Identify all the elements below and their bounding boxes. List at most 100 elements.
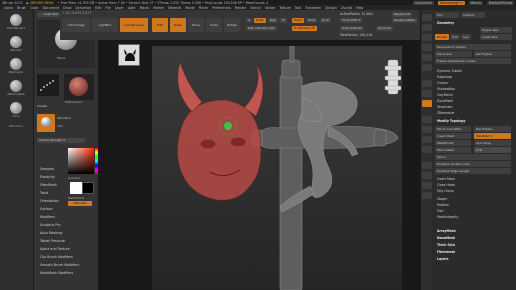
insert-mesh-button[interactable]: Insert Mesh xyxy=(435,133,471,139)
transp-icon[interactable] xyxy=(422,172,432,179)
live-boolean-button[interactable]: Live Boolean xyxy=(120,18,148,32)
brush-item-twist[interactable]: Twist xyxy=(37,189,65,197)
menu-texture[interactable]: Texture xyxy=(279,6,291,10)
mesh-integrity-item[interactable]: MeshIntegrity xyxy=(435,214,511,220)
color-picker[interactable] xyxy=(68,148,94,174)
navigator-thumbnail[interactable] xyxy=(118,44,140,66)
menu-light[interactable]: Light xyxy=(128,6,136,10)
geometry-section[interactable]: Geometry xyxy=(435,20,511,26)
move-view-icon[interactable] xyxy=(422,126,432,133)
tool-tab[interactable]: Tool xyxy=(435,12,459,18)
gravity-strength-slider[interactable]: Gravity Strength 0 xyxy=(37,138,85,143)
menu-tool[interactable]: Tool xyxy=(295,6,301,10)
polyf-icon[interactable] xyxy=(422,162,432,169)
secondary-color-swatch[interactable] xyxy=(82,182,94,194)
create-item[interactable]: Create xyxy=(37,104,47,108)
draw-button[interactable]: Draw xyxy=(170,18,186,32)
brush-item-alpha-texture[interactable]: Alpha and Texture xyxy=(37,245,97,253)
menu-file[interactable]: File xyxy=(105,6,110,10)
zoom-icon[interactable] xyxy=(422,44,432,51)
subtool-tab[interactable]: Subtool xyxy=(461,12,485,18)
suv-button[interactable]: Suv xyxy=(461,34,471,40)
solo-icon[interactable] xyxy=(422,182,432,189)
scale-button[interactable]: Scale xyxy=(206,18,222,32)
menu-draw[interactable]: Draw xyxy=(63,6,71,10)
draw-size-slider[interactable]: Draw Size 64 xyxy=(340,26,364,31)
brush-item-orientation[interactable]: Orientation xyxy=(37,197,65,205)
viewport-canvas[interactable] xyxy=(98,40,420,290)
freeze-subdiv-button[interactable]: Freeze SubDivision Levels xyxy=(435,58,511,64)
menu-dynamics[interactable]: Dynamics xyxy=(75,6,91,10)
menu-color[interactable]: Color xyxy=(30,6,38,10)
menu-edit[interactable]: Edit xyxy=(95,6,101,10)
fibermesh-section[interactable]: Fibermesh xyxy=(435,249,511,255)
equalize-surface-button[interactable]: Equalize Surface Area xyxy=(435,161,511,167)
primary-color-swatch[interactable] xyxy=(70,182,82,194)
lightbox-button[interactable]: LightBox xyxy=(92,18,118,32)
brush-item-smooth-modifiers[interactable]: Smooth Brush Modifiers xyxy=(37,261,97,269)
thick-skin-section[interactable]: Thick Skin xyxy=(435,242,511,248)
brush-item-sculptris-pro[interactable]: Sculptris Pro xyxy=(37,221,97,229)
menu-movie[interactable]: Movie xyxy=(185,6,194,10)
modify-topology-section[interactable]: Modify Topology xyxy=(435,118,511,124)
reconstruct-subdiv-button[interactable]: Reconstruct Subdiv xyxy=(435,44,511,50)
brush-item-elasticity[interactable]: Elasticity xyxy=(37,173,65,181)
menu-marker[interactable]: Marker xyxy=(153,6,164,10)
brush-slot-imm[interactable]: IMM ModelKit xyxy=(5,80,27,96)
persp-icon[interactable] xyxy=(422,80,432,87)
micro-mesh-button[interactable]: Micro Mesh xyxy=(435,147,471,153)
mode-zsub[interactable]: Zsub xyxy=(306,18,318,23)
nanomesh-section[interactable]: NanoMesh xyxy=(435,235,511,241)
aahalf-icon[interactable] xyxy=(422,64,432,71)
spix-icon[interactable] xyxy=(422,24,432,31)
brush-slot-standard[interactable]: Standard xyxy=(5,36,27,52)
focal-shift-slider[interactable]: Focal Shift 0 xyxy=(340,18,363,23)
switch-color-button[interactable]: SwitchColor xyxy=(68,196,85,200)
menu-brush[interactable]: Brush xyxy=(17,6,26,10)
brush-item-clip-modifiers[interactable]: Clip Brush Modifiers xyxy=(37,253,97,261)
brush-item-modifiers[interactable]: Modifiers xyxy=(37,213,97,221)
spin-edge-button[interactable]: Spin Edge xyxy=(474,140,511,146)
color-square[interactable] xyxy=(68,148,94,174)
rgb-intensity-slider[interactable]: Rgb Intensity 100 xyxy=(246,26,277,31)
menu-material[interactable]: Material xyxy=(168,6,181,10)
zoom3d-icon[interactable] xyxy=(422,136,432,143)
mirror-button[interactable]: Mirror xyxy=(435,154,511,160)
rotate-button[interactable]: Rotate xyxy=(224,18,240,32)
xyz-button[interactable]: XYZ xyxy=(474,147,511,153)
mirror-weld-button[interactable]: Mirror And Weld xyxy=(435,126,471,132)
higher-res-button[interactable]: Higher Res xyxy=(480,27,512,33)
brush-item-tablet-pressure[interactable]: Tablet Pressure xyxy=(37,237,97,245)
divide-button[interactable]: Divide xyxy=(435,34,449,40)
poly-group-item[interactable]: Poly Group xyxy=(435,188,511,194)
home-page-button[interactable]: Home Page xyxy=(62,18,90,32)
frame-icon[interactable] xyxy=(422,116,432,123)
edit-button[interactable]: Edit xyxy=(152,18,168,32)
actual-icon[interactable] xyxy=(422,54,432,61)
lower-res-button[interactable]: Lower Res xyxy=(480,34,512,40)
material-thumbnail[interactable] xyxy=(64,74,94,100)
menu-alpha[interactable]: Alpha xyxy=(4,6,13,10)
zbrush-menu-button[interactable]: ▶ ZBRUSH MENU xyxy=(27,1,54,5)
mode-rgb[interactable]: Rgb xyxy=(268,18,278,23)
document-area[interactable] xyxy=(152,45,402,290)
replay-last-button[interactable]: ReplayLast xyxy=(392,12,413,17)
scroll-icon[interactable] xyxy=(422,34,432,41)
menu-stencil[interactable]: Stencil xyxy=(250,6,261,10)
del-hidden-button[interactable]: Del Hidden xyxy=(474,126,511,132)
zremesher-item[interactable]: ZRemesher xyxy=(435,110,511,116)
del-higher-button[interactable]: Del Higher xyxy=(474,51,511,57)
see-through-slider[interactable]: See-through 0 xyxy=(437,0,465,5)
menu-render[interactable]: Render xyxy=(235,6,246,10)
mode-zadd[interactable]: Zadd xyxy=(292,18,304,23)
menu-macro[interactable]: Macro xyxy=(140,6,150,10)
weld-dist-slider[interactable]: WeldDist 1 xyxy=(474,133,511,139)
mode-mrgb[interactable]: Mrgb xyxy=(254,18,266,23)
move-button[interactable]: Move xyxy=(188,18,204,32)
menus-toggle[interactable]: Menus xyxy=(468,0,483,5)
brush-item-auto-masking[interactable]: Auto Masking xyxy=(37,229,97,237)
brush-item-surface[interactable]: Surface xyxy=(37,205,65,213)
menu-picker[interactable]: Picker xyxy=(199,6,209,10)
brush-item-fibermesh[interactable]: FiberMesh xyxy=(37,181,65,189)
brush-item-maskmesh-modifiers[interactable]: MaskMesh Modifiers xyxy=(37,269,97,277)
